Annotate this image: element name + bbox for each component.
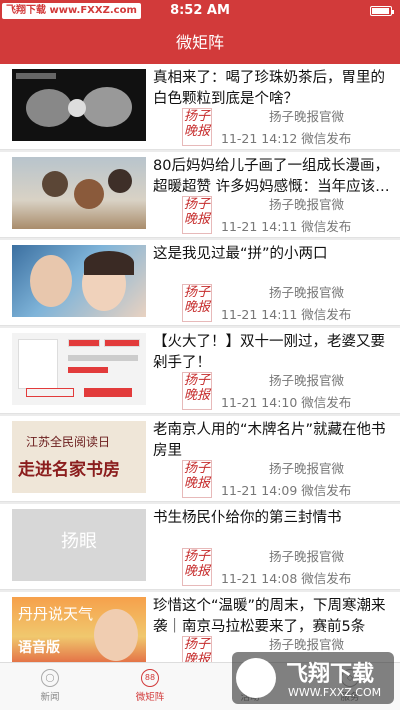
product-tag (104, 339, 140, 347)
article-item[interactable]: 扬眼 书生杨民仆给你的第三封情书 扬子 晚报 扬子晚报官微 11-21 14:08… (0, 504, 400, 590)
scan-organ-shape (68, 99, 86, 117)
article-source: 扬子晚报官微 (269, 373, 345, 388)
article-title[interactable]: 真相来了：喝了珍珠奶茶后，胃里的白色颗粒到底是个啥？ (153, 68, 393, 110)
article-title[interactable]: 珍惜这个“温暖”的周末，下周寒潮来袭｜南京马拉松要来了，赛前5条建… (153, 596, 393, 638)
article-source: 扬子晚报官微 (269, 285, 345, 300)
newspaper-logo: 扬子 晚报 (182, 548, 212, 586)
banner-title: 走进名家书房 (18, 460, 120, 480)
product-price (68, 367, 108, 373)
product-image-box (18, 339, 58, 389)
scan-organ-shape (82, 87, 132, 127)
article-title[interactable]: 老南京人用的“木牌名片”就藏在他书房里 (153, 420, 393, 462)
nav-bar: 微矩阵 (0, 22, 400, 64)
person-shape (42, 171, 68, 197)
face-shape (94, 609, 138, 661)
article-title[interactable]: 80后妈妈给儿子画了一组成长漫画，超暖超赞 许多妈妈感慨：当年应该… (153, 156, 393, 198)
dog-shape (74, 179, 104, 209)
article-meta: 11-21 14:09 微信发布 (221, 483, 352, 498)
hair-shape (84, 251, 134, 275)
article-meta: 11-21 14:08 微信发布 (221, 571, 352, 586)
watermark-url: WWW.FXXZ.COM (288, 686, 382, 699)
battery-icon (370, 6, 394, 16)
tab-news[interactable]: ◯ 新闻 (0, 663, 100, 710)
couple-photo-thumbnail (12, 245, 146, 317)
article-item[interactable]: 真相来了：喝了珍珠奶茶后，胃里的白色颗粒到底是个啥？ 扬子 晚报 扬子晚报官微 1… (0, 64, 400, 150)
article-title[interactable]: 这是我见过最“拼”的小两口 (153, 244, 393, 265)
reading-day-thumbnail: 江苏全民阅读日 走进名家书房 (12, 421, 146, 493)
status-bar: 飞翔下载 www.FXXZ.com 8:52 AM (0, 0, 400, 22)
product-tag (68, 339, 100, 347)
article-item[interactable]: 这是我见过最“拼”的小两口 扬子 晚报 扬子晚报官微 11-21 14:11 微信… (0, 240, 400, 326)
article-item[interactable]: 【火大了！】双十一刚过，老婆又要剁手了！ 扬子 晚报 扬子晚报官微 11-21 1… (0, 328, 400, 414)
article-item[interactable]: 江苏全民阅读日 走进名家书房 老南京人用的“木牌名片”就藏在他书房里 扬子 晚报 … (0, 416, 400, 502)
matrix-icon: 88 (141, 669, 159, 687)
tab-matrix[interactable]: 88 微矩阵 (100, 663, 200, 710)
banner-title: 丹丹说天气 (18, 605, 94, 623)
article-title[interactable]: 书生杨民仆给你的第三封情书 (153, 508, 393, 529)
article-source: 扬子晚报官微 (269, 461, 345, 476)
family-photo-thumbnail (12, 157, 146, 229)
scan-organ-shape (26, 89, 72, 127)
article-source: 扬子晚报官微 (269, 637, 345, 652)
person-shape (108, 169, 132, 193)
product-button (26, 388, 74, 397)
article-source: 扬子晚报官微 (269, 549, 345, 564)
tab-label: 新闻 (40, 692, 60, 703)
newspaper-logo: 扬子 晚报 (182, 108, 212, 146)
article-meta: 11-21 14:11 微信发布 (221, 307, 352, 322)
watermark-bottom-right: 飞翔下载 WWW.FXXZ.COM (232, 652, 394, 704)
product-screenshot-thumbnail (12, 333, 146, 405)
watermark-logo-icon (236, 658, 276, 698)
status-time: 8:52 AM (170, 3, 230, 18)
banner-subtitle: 江苏全民阅读日 (26, 435, 111, 449)
article-item[interactable]: 80后妈妈给儿子画了一组成长漫画，超暖超赞 许多妈妈感慨：当年应该… 扬子 晚报 … (0, 152, 400, 238)
article-meta: 11-21 14:10 微信发布 (221, 395, 352, 410)
newspaper-logo: 扬子 晚报 (182, 372, 212, 410)
product-button (84, 388, 132, 397)
tab-label: 微矩阵 (135, 692, 165, 703)
placeholder-logo: 扬眼 (61, 531, 97, 552)
scan-label-bar (16, 73, 56, 79)
banner-subtitle: 语音版 (18, 640, 60, 656)
article-source: 扬子晚报官微 (269, 109, 345, 124)
article-source: 扬子晚报官微 (269, 197, 345, 212)
ct-scan-thumbnail (12, 69, 146, 141)
article-meta: 11-21 14:12 微信发布 (221, 131, 352, 146)
newspaper-logo: 扬子 晚报 (182, 196, 212, 234)
placeholder-thumbnail: 扬眼 (12, 509, 146, 581)
article-title[interactable]: 【火大了！】双十一刚过，老婆又要剁手了！ (153, 332, 393, 374)
article-feed[interactable]: 真相来了：喝了珍珠奶茶后，胃里的白色颗粒到底是个啥？ 扬子 晚报 扬子晚报官微 1… (0, 64, 400, 662)
newspaper-logo: 扬子 晚报 (182, 636, 212, 662)
news-icon: ◯ (41, 669, 59, 687)
product-text-line (68, 355, 138, 361)
article-meta: 11-21 14:11 微信发布 (221, 219, 352, 234)
voice-banner-thumbnail: 丹丹说天气 语音版 (12, 597, 146, 662)
newspaper-logo: 扬子 晚报 (182, 460, 212, 498)
page-title: 微矩阵 (175, 33, 224, 52)
newspaper-logo: 扬子 晚报 (182, 284, 212, 322)
watermark-brand: 飞翔下载 (286, 662, 375, 687)
face-shape (30, 255, 72, 307)
